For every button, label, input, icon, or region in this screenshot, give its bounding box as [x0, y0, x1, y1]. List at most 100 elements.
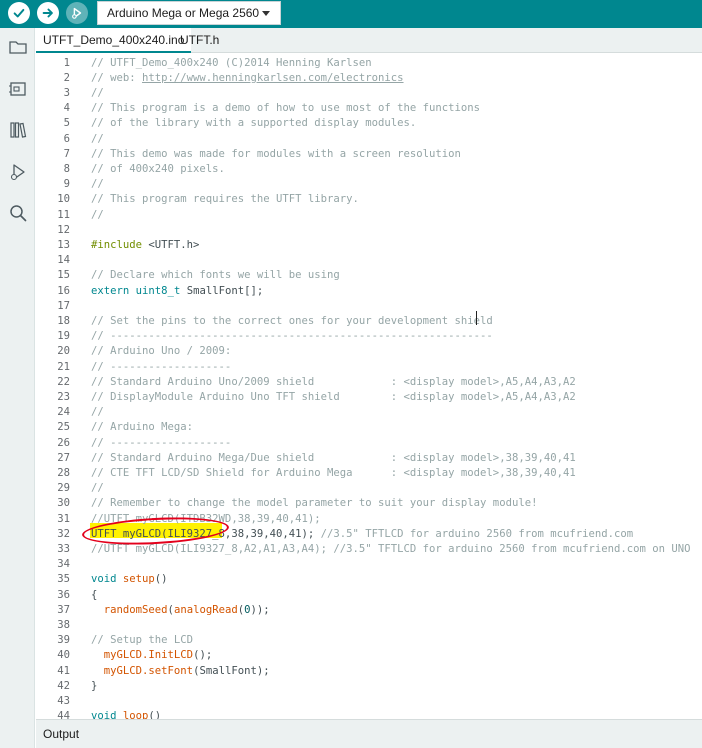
code-token: myGLCD.InitLCD — [103, 649, 194, 662]
code-line: 17 — [36, 299, 702, 314]
line-number: 11 — [57, 208, 70, 221]
code-text: // ------------------- — [91, 436, 231, 451]
sidebar-item-boards-manager[interactable] — [7, 78, 29, 100]
code-line: 36 { — [36, 588, 702, 603]
board-manager-icon — [9, 82, 26, 96]
code-line: 42} — [36, 679, 702, 694]
code-line: 20 // Arduino Uno / 2009: — [36, 344, 702, 359]
line-number: 1 — [63, 56, 70, 69]
code-text: // Set the pins to the correct ones for … — [91, 314, 493, 329]
code-line: 22 // Standard Arduino Uno/2009 shield : … — [36, 375, 702, 390]
code-line: 19 // -----------------------------------… — [36, 329, 702, 344]
debug-icon — [72, 7, 82, 19]
code-token: // This program is a demo of how to use … — [91, 102, 481, 115]
line-number: 17 — [57, 299, 70, 312]
code-line: 38 — [36, 618, 702, 633]
code-token: () — [148, 710, 162, 719]
code-token: // Remember to change the model paramete… — [91, 497, 538, 510]
line-number: 39 — [57, 634, 70, 647]
code-token: )); — [250, 603, 270, 616]
code-line: 40 myGLCD.InitLCD(); — [36, 648, 702, 663]
code-line: 41 myGLCD.setFont(SmallFont); — [36, 664, 702, 679]
code-text: // -------------------------------------… — [91, 329, 493, 344]
code-text: // of 400x240 pixels. — [91, 162, 225, 177]
code-text: void loop() — [91, 709, 161, 719]
code-token: // CTE TFT LCD/SD Shield for Arduino Meg… — [91, 466, 576, 479]
code-line: 29 // — [36, 481, 702, 496]
code-token: extern — [91, 284, 130, 297]
line-number: 12 — [57, 223, 70, 236]
code-line: 21 // ------------------- — [36, 360, 702, 375]
line-number: 24 — [57, 406, 70, 419]
text-cursor — [476, 311, 477, 325]
line-number: 4 — [63, 102, 70, 115]
line-number: 29 — [57, 482, 70, 495]
code-token: // -------------------------------------… — [91, 330, 493, 343]
code-text: // — [91, 86, 104, 101]
debug-button[interactable] — [66, 2, 88, 24]
code-token: // Standard Arduino Mega/Due shield : <d… — [91, 451, 576, 464]
line-number: 33 — [57, 542, 70, 555]
code-text: // of the library with a supported displ… — [91, 116, 416, 131]
code-text: // DisplayModule Arduino Uno TFT shield … — [91, 390, 576, 405]
line-number: 20 — [57, 345, 70, 358]
code-token: // Arduino Uno / 2009: — [91, 345, 232, 358]
code-text: // — [91, 132, 104, 147]
verify-button[interactable] — [8, 2, 30, 24]
chevron-down-icon — [262, 11, 270, 16]
code-line: 13 #include <UTFT.h> — [36, 238, 702, 253]
code-token: // of the library with a supported displ… — [91, 117, 417, 130]
code-text: // — [91, 208, 104, 223]
code-token: // — [91, 406, 104, 419]
code-token: // — [91, 132, 104, 145]
code-text: myGLCD.InitLCD(); — [91, 648, 212, 663]
code-token: // Standard Arduino Uno/2009 shield : <d… — [91, 375, 576, 388]
line-number: 40 — [57, 649, 70, 662]
code-text: // Remember to change the model paramete… — [91, 496, 537, 511]
code-line: 27 // Standard Arduino Mega/Due shield : … — [36, 451, 702, 466]
tab-utft-demo[interactable]: UTFT_Demo_400x240.ino — [36, 28, 192, 53]
code-text: { — [91, 588, 97, 603]
code-editor[interactable]: 1 // UTFT_Demo_400x240 (C)2014 Henning Ka… — [36, 53, 702, 719]
code-token: // Declare which fonts we will be using — [91, 269, 340, 282]
line-number: 31 — [57, 512, 70, 525]
code-token: // — [91, 482, 104, 495]
line-number: 27 — [57, 451, 70, 464]
code-token: void — [91, 573, 117, 586]
code-text: // Setup the LCD — [91, 633, 193, 648]
line-number: 7 — [63, 147, 70, 160]
code-token: loop — [122, 710, 149, 719]
code-line: 18 // Set the pins to the correct ones fo… — [36, 314, 702, 329]
sidebar-item-debug[interactable] — [7, 161, 29, 183]
line-number: 38 — [57, 618, 70, 631]
upload-button[interactable] — [37, 2, 59, 24]
sidebar-item-search[interactable] — [7, 202, 29, 224]
line-number: 41 — [57, 664, 70, 677]
code-text: // Standard Arduino Uno/2009 shield : <d… — [91, 375, 576, 390]
line-number: 5 — [63, 117, 70, 130]
code-text: // This program requires the UTFT librar… — [91, 192, 359, 207]
sidebar-item-library-manager[interactable] — [7, 119, 29, 141]
code-line: 37 randomSeed(analogRead(0)); — [36, 603, 702, 618]
code-text: // ------------------- — [91, 360, 231, 375]
code-token: // Set the pins to the correct ones for … — [91, 314, 493, 327]
board-select[interactable]: Arduino Mega or Mega 2560 — [97, 1, 281, 25]
code-token: http://www.henningkarlsen.com/electronic… — [142, 71, 404, 84]
line-number: 25 — [57, 421, 70, 434]
code-line: 23 // DisplayModule Arduino Uno TFT shiel… — [36, 390, 702, 405]
line-number: 30 — [57, 497, 70, 510]
output-panel[interactable]: Output — [36, 719, 702, 748]
line-number: 22 — [57, 375, 70, 388]
code-line: 5 // of the library with a supported disp… — [36, 116, 702, 131]
arrow-right-icon — [42, 8, 53, 18]
code-token: uint8_t — [135, 284, 181, 297]
folder-icon — [9, 41, 27, 54]
code-text: // CTE TFT LCD/SD Shield for Arduino Meg… — [91, 466, 576, 481]
code-text: // — [91, 177, 104, 192]
line-number: 3 — [63, 86, 70, 99]
tab-utft-h[interactable]: UTFT.h — [173, 28, 226, 53]
code-line: 35 void setup() — [36, 572, 702, 587]
line-number: 13 — [57, 238, 70, 251]
sidebar-item-sketchbook[interactable] — [7, 36, 29, 58]
code-line: 28 // CTE TFT LCD/SD Shield for Arduino M… — [36, 466, 702, 481]
